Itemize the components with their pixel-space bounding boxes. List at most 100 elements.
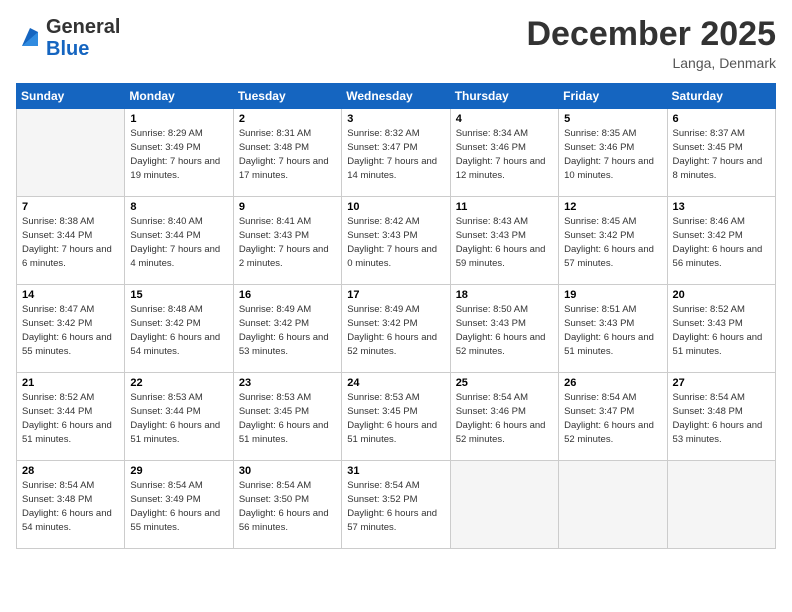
calendar-cell: 25Sunrise: 8:54 AMSunset: 3:46 PMDayligh… — [450, 373, 558, 461]
day-number: 3 — [347, 113, 444, 125]
day-number: 5 — [564, 113, 661, 125]
calendar-cell — [667, 461, 775, 549]
day-detail: Sunrise: 8:45 AMSunset: 3:42 PMDaylight:… — [564, 215, 661, 270]
day-number: 10 — [347, 201, 444, 213]
calendar-cell: 26 Sunrise: 8:54 AMSunset: 3:47 PMDayligh… — [559, 373, 667, 461]
day-detail: Sunrise: 8:54 AMSunset: 3:48 PMDaylight:… — [22, 479, 119, 534]
day-detail: Sunrise: 8:47 AMSunset: 3:42 PMDaylight:… — [22, 303, 119, 358]
calendar-cell — [559, 461, 667, 549]
calendar-cell: 2 Sunrise: 8:31 AMSunset: 3:48 PMDaylight… — [233, 109, 341, 197]
day-number: 15 — [130, 289, 227, 301]
logo: General Blue — [16, 16, 120, 60]
weekday-header-row: SundayMondayTuesdayWednesdayThursdayFrid… — [17, 84, 776, 109]
day-number: 14 — [22, 289, 119, 301]
day-number: 18 — [456, 289, 553, 301]
day-number: 24 — [347, 377, 444, 389]
title-block: December 2025 Langa, Denmark — [526, 16, 776, 71]
calendar-cell — [450, 461, 558, 549]
calendar-cell: 11Sunrise: 8:43 AMSunset: 3:43 PMDayligh… — [450, 197, 558, 285]
day-detail: Sunrise: 8:48 AMSunset: 3:42 PMDaylight:… — [130, 303, 227, 358]
calendar-cell: 21 Sunrise: 8:52 AMSunset: 3:44 PMDayligh… — [17, 373, 125, 461]
day-detail: Sunrise: 8:37 AMSunset: 3:45 PMDaylight:… — [673, 127, 770, 182]
week-row-3: 14 Sunrise: 8:47 AMSunset: 3:42 PMDayligh… — [17, 285, 776, 373]
day-number: 27 — [673, 377, 770, 389]
day-detail: Sunrise: 8:35 AMSunset: 3:46 PMDaylight:… — [564, 127, 661, 182]
calendar-cell: 30Sunrise: 8:54 AMSunset: 3:50 PMDayligh… — [233, 461, 341, 549]
calendar-cell: 29Sunrise: 8:54 AMSunset: 3:49 PMDayligh… — [125, 461, 233, 549]
calendar-cell: 7 Sunrise: 8:38 AMSunset: 3:44 PMDaylight… — [17, 197, 125, 285]
calendar-cell: 13 Sunrise: 8:46 AMSunset: 3:42 PMDayligh… — [667, 197, 775, 285]
week-row-1: 1Sunrise: 8:29 AMSunset: 3:49 PMDaylight… — [17, 109, 776, 197]
day-detail: Sunrise: 8:52 AMSunset: 3:44 PMDaylight:… — [22, 391, 119, 446]
calendar-cell: 1Sunrise: 8:29 AMSunset: 3:49 PMDaylight… — [125, 109, 233, 197]
day-number: 9 — [239, 201, 336, 213]
weekday-header-wednesday: Wednesday — [342, 84, 450, 109]
calendar-table: SundayMondayTuesdayWednesdayThursdayFrid… — [16, 83, 776, 549]
day-detail: Sunrise: 8:49 AMSunset: 3:42 PMDaylight:… — [239, 303, 336, 358]
calendar-cell: 31 Sunrise: 8:54 AMSunset: 3:52 PMDayligh… — [342, 461, 450, 549]
calendar-cell: 6 Sunrise: 8:37 AMSunset: 3:45 PMDaylight… — [667, 109, 775, 197]
day-detail: Sunrise: 8:38 AMSunset: 3:44 PMDaylight:… — [22, 215, 119, 270]
day-detail: Sunrise: 8:53 AMSunset: 3:45 PMDaylight:… — [347, 391, 444, 446]
day-detail: Sunrise: 8:29 AMSunset: 3:49 PMDaylight:… — [130, 127, 227, 182]
day-number: 8 — [130, 201, 227, 213]
logo-blue-text: Blue — [46, 38, 89, 60]
day-number: 6 — [673, 113, 770, 125]
day-detail: Sunrise: 8:54 AMSunset: 3:52 PMDaylight:… — [347, 479, 444, 534]
day-number: 25 — [456, 377, 553, 389]
calendar-cell: 8 Sunrise: 8:40 AMSunset: 3:44 PMDaylight… — [125, 197, 233, 285]
week-row-5: 28 Sunrise: 8:54 AMSunset: 3:48 PMDayligh… — [17, 461, 776, 549]
weekday-header-monday: Monday — [125, 84, 233, 109]
calendar-cell: 12 Sunrise: 8:45 AMSunset: 3:42 PMDayligh… — [559, 197, 667, 285]
logo-icon — [16, 24, 44, 52]
day-number: 31 — [347, 465, 444, 477]
calendar-cell: 23Sunrise: 8:53 AMSunset: 3:45 PMDayligh… — [233, 373, 341, 461]
week-row-4: 21 Sunrise: 8:52 AMSunset: 3:44 PMDayligh… — [17, 373, 776, 461]
calendar-cell: 27Sunrise: 8:54 AMSunset: 3:48 PMDayligh… — [667, 373, 775, 461]
day-detail: Sunrise: 8:34 AMSunset: 3:46 PMDaylight:… — [456, 127, 553, 182]
calendar-cell: 16 Sunrise: 8:49 AMSunset: 3:42 PMDayligh… — [233, 285, 341, 373]
calendar-cell: 18 Sunrise: 8:50 AMSunset: 3:43 PMDayligh… — [450, 285, 558, 373]
day-number: 22 — [130, 377, 227, 389]
calendar-cell: 15 Sunrise: 8:48 AMSunset: 3:42 PMDayligh… — [125, 285, 233, 373]
day-number: 2 — [239, 113, 336, 125]
calendar-cell: 17Sunrise: 8:49 AMSunset: 3:42 PMDayligh… — [342, 285, 450, 373]
day-detail: Sunrise: 8:31 AMSunset: 3:48 PMDaylight:… — [239, 127, 336, 182]
day-detail: Sunrise: 8:42 AMSunset: 3:43 PMDaylight:… — [347, 215, 444, 270]
day-number: 13 — [673, 201, 770, 213]
calendar-cell: 14 Sunrise: 8:47 AMSunset: 3:42 PMDayligh… — [17, 285, 125, 373]
day-detail: Sunrise: 8:43 AMSunset: 3:43 PMDaylight:… — [456, 215, 553, 270]
day-detail: Sunrise: 8:51 AMSunset: 3:43 PMDaylight:… — [564, 303, 661, 358]
week-row-2: 7 Sunrise: 8:38 AMSunset: 3:44 PMDaylight… — [17, 197, 776, 285]
day-detail: Sunrise: 8:46 AMSunset: 3:42 PMDaylight:… — [673, 215, 770, 270]
calendar-cell: 10 Sunrise: 8:42 AMSunset: 3:43 PMDayligh… — [342, 197, 450, 285]
day-detail: Sunrise: 8:32 AMSunset: 3:47 PMDaylight:… — [347, 127, 444, 182]
calendar-cell — [17, 109, 125, 197]
day-detail: Sunrise: 8:40 AMSunset: 3:44 PMDaylight:… — [130, 215, 227, 270]
day-detail: Sunrise: 8:54 AMSunset: 3:49 PMDaylight:… — [130, 479, 227, 534]
day-detail: Sunrise: 8:41 AMSunset: 3:43 PMDaylight:… — [239, 215, 336, 270]
day-number: 7 — [22, 201, 119, 213]
day-detail: Sunrise: 8:53 AMSunset: 3:44 PMDaylight:… — [130, 391, 227, 446]
month-title: December 2025 — [526, 16, 776, 53]
day-detail: Sunrise: 8:50 AMSunset: 3:43 PMDaylight:… — [456, 303, 553, 358]
calendar-cell: 28 Sunrise: 8:54 AMSunset: 3:48 PMDayligh… — [17, 461, 125, 549]
day-number: 26 — [564, 377, 661, 389]
day-number: 12 — [564, 201, 661, 213]
day-number: 21 — [22, 377, 119, 389]
weekday-header-thursday: Thursday — [450, 84, 558, 109]
page-header: General Blue December 2025 Langa, Denmar… — [16, 16, 776, 71]
calendar-cell: 20Sunrise: 8:52 AMSunset: 3:43 PMDayligh… — [667, 285, 775, 373]
location-subtitle: Langa, Denmark — [526, 55, 776, 71]
day-number: 28 — [22, 465, 119, 477]
calendar-cell: 24 Sunrise: 8:53 AMSunset: 3:45 PMDayligh… — [342, 373, 450, 461]
weekday-header-sunday: Sunday — [17, 84, 125, 109]
day-detail: Sunrise: 8:54 AMSunset: 3:47 PMDaylight:… — [564, 391, 661, 446]
logo-general-text: General — [46, 16, 120, 38]
day-number: 16 — [239, 289, 336, 301]
day-number: 4 — [456, 113, 553, 125]
day-number: 17 — [347, 289, 444, 301]
day-detail: Sunrise: 8:52 AMSunset: 3:43 PMDaylight:… — [673, 303, 770, 358]
weekday-header-tuesday: Tuesday — [233, 84, 341, 109]
day-number: 23 — [239, 377, 336, 389]
